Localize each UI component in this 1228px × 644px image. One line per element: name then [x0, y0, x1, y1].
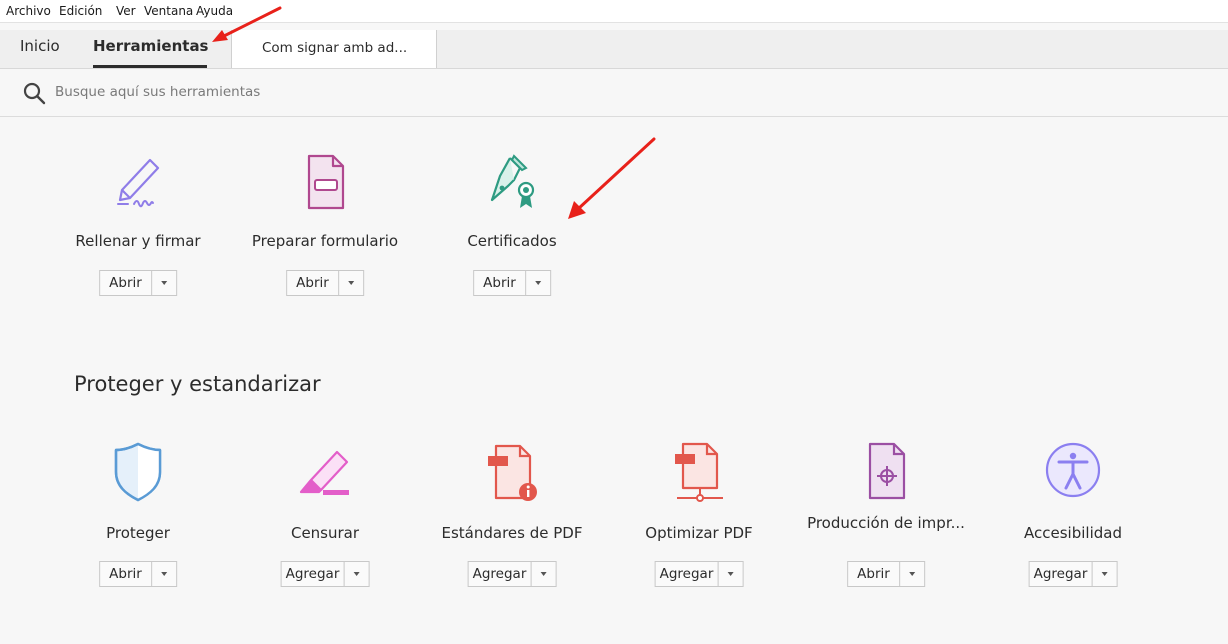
tool-button-group: Agregar — [467, 561, 557, 587]
menu-ventana[interactable]: Ventana — [144, 4, 193, 18]
protect-shield-icon — [114, 442, 162, 502]
tool-button-group: Abrir — [847, 561, 925, 587]
open-button[interactable]: Abrir — [474, 271, 525, 295]
open-button[interactable]: Abrir — [100, 562, 151, 586]
certificates-icon — [490, 154, 535, 208]
section-title: Proteger y estandarizar — [74, 372, 321, 396]
redact-icon — [299, 450, 349, 495]
tool-button-group: Abrir — [286, 270, 364, 296]
open-button[interactable]: Abrir — [848, 562, 899, 586]
fill-sign-icon — [117, 158, 160, 208]
chevron-down-icon — [353, 572, 360, 576]
tool-card-prepare-form: Preparar formulario Abrir — [230, 150, 420, 310]
annotation-arrow — [212, 6, 282, 42]
add-button[interactable]: Agregar — [282, 562, 344, 586]
search-input[interactable] — [55, 81, 455, 103]
dropdown-button[interactable] — [531, 562, 555, 586]
optimize-pdf-icon — [675, 442, 723, 502]
tool-name: Censurar — [290, 524, 360, 542]
tool-card-fill-sign: Rellenar y firmar Abrir — [43, 150, 233, 310]
menu-edicion[interactable]: Edición — [59, 4, 102, 18]
tool-card-redact: Censurar Agregar — [230, 440, 420, 600]
tab-herramientas[interactable]: Herramientas — [93, 36, 209, 56]
dropdown-button[interactable] — [339, 271, 363, 295]
tool-button-group: Abrir — [99, 270, 177, 296]
dropdown-button[interactable] — [900, 562, 924, 586]
chevron-down-icon — [908, 572, 915, 576]
print-production-icon — [868, 442, 906, 500]
dropdown-button[interactable] — [152, 271, 176, 295]
add-button[interactable]: Agregar — [656, 562, 718, 586]
tool-button-group: Agregar — [1028, 561, 1118, 587]
tool-name: Estándares de PDF — [441, 524, 583, 542]
dropdown-button[interactable] — [344, 562, 368, 586]
tool-card-optimize-pdf: Optimizar PDF Agregar — [604, 440, 794, 600]
chevron-down-icon — [1101, 572, 1108, 576]
tool-button-group: Abrir — [473, 270, 551, 296]
tool-name: Proteger — [106, 524, 170, 542]
search-icon — [23, 82, 46, 105]
chevron-down-icon — [540, 572, 547, 576]
tool-search-bar — [0, 69, 1228, 117]
chevron-down-icon — [347, 281, 354, 285]
tool-card-print-production: Producción de impr... Abrir — [791, 440, 981, 600]
chevron-down-icon — [534, 281, 541, 285]
tool-card-pdf-standards: Estándares de PDF Agregar — [417, 440, 607, 600]
add-button[interactable]: Agregar — [469, 562, 531, 586]
prepare-form-icon — [307, 154, 345, 210]
tool-name: Rellenar y firmar — [75, 232, 201, 250]
menu-archivo[interactable]: Archivo — [6, 4, 51, 18]
add-button[interactable]: Agregar — [1030, 562, 1092, 586]
tool-name: Producción de impr... — [807, 514, 965, 532]
pdf-standards-icon — [488, 444, 537, 501]
open-button[interactable]: Abrir — [287, 271, 338, 295]
tab-inicio[interactable]: Inicio — [20, 36, 60, 56]
dropdown-button[interactable] — [152, 562, 176, 586]
chevron-down-icon — [727, 572, 734, 576]
dropdown-button[interactable] — [526, 271, 550, 295]
tool-button-group: Agregar — [654, 561, 744, 587]
active-tab-indicator — [93, 65, 207, 68]
tool-card-protect: Proteger Abrir — [43, 440, 233, 600]
open-button[interactable]: Abrir — [100, 271, 151, 295]
tool-card-accessibility: Accesibilidad Agregar — [978, 440, 1168, 600]
menu-bar: Archivo Edición Ver Ventana Ayuda — [0, 0, 1228, 23]
tool-name: Preparar formulario — [251, 232, 399, 250]
chevron-down-icon — [160, 572, 167, 576]
tool-name: Accesibilidad — [1024, 524, 1122, 542]
dropdown-button[interactable] — [718, 562, 742, 586]
chevron-down-icon — [160, 281, 167, 285]
tool-name: Certificados — [467, 232, 557, 250]
menu-ver[interactable]: Ver — [116, 4, 136, 18]
tool-name: Optimizar PDF — [645, 524, 753, 542]
tab-bar: Inicio Herramientas — [0, 30, 1228, 69]
accessibility-icon — [1045, 442, 1101, 498]
dropdown-button[interactable] — [1092, 562, 1116, 586]
annotation-arrow — [568, 137, 656, 219]
tool-button-group: Abrir — [99, 561, 177, 587]
tool-button-group: Agregar — [280, 561, 370, 587]
